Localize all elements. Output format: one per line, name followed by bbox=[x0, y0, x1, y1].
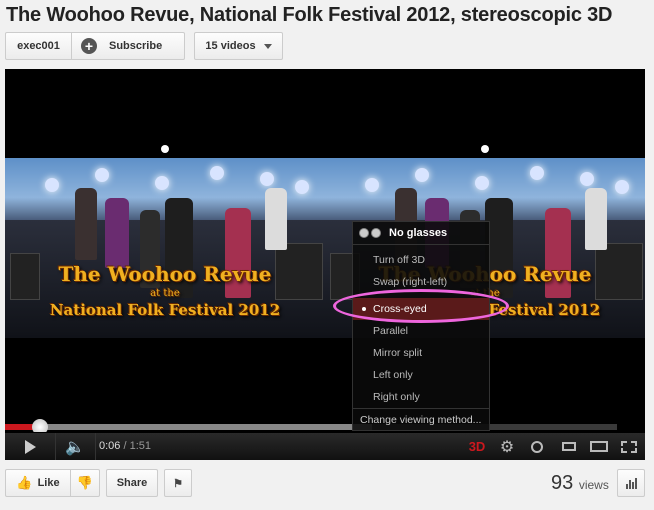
stage-light bbox=[45, 178, 59, 192]
3d-button[interactable]: 3D bbox=[463, 433, 491, 460]
like-button[interactable]: 👍 Like bbox=[6, 470, 70, 496]
thumbs-up-icon: 👍 bbox=[16, 475, 33, 490]
bar-chart-icon bbox=[625, 477, 637, 489]
menu-item-mirror-split[interactable]: Mirror split bbox=[353, 342, 489, 364]
flag-button[interactable]: ⚑ bbox=[164, 469, 192, 497]
performer bbox=[585, 188, 607, 250]
left-sync-dot bbox=[161, 145, 169, 153]
watch-later-button[interactable] bbox=[523, 433, 551, 460]
banner-at: at the bbox=[150, 288, 180, 299]
right-sync-dot bbox=[481, 145, 489, 153]
small-player-icon bbox=[562, 442, 576, 451]
small-player-button[interactable] bbox=[555, 433, 583, 460]
stage-light bbox=[210, 166, 224, 180]
large-player-button[interactable] bbox=[585, 433, 613, 460]
fullscreen-icon bbox=[621, 440, 637, 453]
volume-button[interactable]: 🔈 bbox=[55, 433, 96, 460]
stage-light bbox=[155, 176, 169, 190]
fullscreen-button[interactable] bbox=[615, 433, 643, 460]
stage-light bbox=[295, 180, 309, 194]
time-separator: / bbox=[120, 440, 130, 452]
like-dislike-group: 👍 Like 👎 bbox=[5, 469, 100, 497]
3d-viewing-menu: No glasses Turn off 3D Swap (right-left)… bbox=[352, 221, 490, 431]
subscribe-label: Subscribe bbox=[109, 40, 163, 52]
menu-header: No glasses bbox=[353, 222, 489, 245]
clock-icon bbox=[531, 440, 543, 453]
time-display: 0:06 / 1:51 bbox=[99, 433, 151, 460]
menu-item-left-only[interactable]: Left only bbox=[353, 364, 489, 386]
menu-item-right-only[interactable]: Right only bbox=[353, 386, 489, 408]
player-controls: 🔈 0:06 / 1:51 3D ⚙ bbox=[5, 432, 645, 460]
performer bbox=[75, 188, 97, 260]
views-label: views bbox=[578, 478, 609, 492]
stage-light bbox=[365, 178, 379, 192]
dislike-button[interactable]: 👎 bbox=[70, 470, 99, 496]
stage-light bbox=[580, 172, 594, 186]
banner-festival: National Folk Festival 2012 bbox=[49, 301, 281, 319]
caret-down-icon bbox=[263, 43, 272, 49]
stage-light bbox=[260, 172, 274, 186]
videos-label: 15 videos bbox=[205, 40, 256, 52]
menu-item-parallel[interactable]: Parallel bbox=[353, 320, 489, 342]
settings-button[interactable]: ⚙ bbox=[493, 433, 521, 460]
play-icon bbox=[24, 439, 36, 454]
share-button[interactable]: Share bbox=[106, 469, 158, 497]
view-count: 93 views bbox=[551, 472, 609, 495]
stats-button[interactable] bbox=[617, 469, 645, 497]
videos-dropdown-button[interactable]: 15 videos bbox=[194, 32, 283, 60]
subscribe-button[interactable]: + Subscribe bbox=[71, 33, 184, 59]
stage-light bbox=[530, 166, 544, 180]
buffered-fill bbox=[5, 424, 373, 430]
menu-header-label: No glasses bbox=[389, 227, 448, 239]
menu-item-turn-off-3d[interactable]: Turn off 3D bbox=[353, 249, 489, 271]
thumbs-down-icon: 👎 bbox=[76, 475, 94, 490]
large-player-icon bbox=[590, 441, 608, 452]
glasses-icon bbox=[359, 228, 381, 238]
performer bbox=[265, 188, 287, 250]
speaker-icon: 🔈 bbox=[65, 438, 85, 456]
duration: 1:51 bbox=[129, 440, 152, 452]
progress-bar[interactable] bbox=[5, 424, 617, 430]
banner-title: The Woohoo Revue bbox=[58, 262, 272, 286]
flag-icon: ⚑ bbox=[173, 477, 183, 490]
gear-icon: ⚙ bbox=[499, 438, 515, 456]
channel-name[interactable]: exec001 bbox=[6, 33, 71, 59]
stage-light bbox=[95, 168, 109, 182]
current-time: 0:06 bbox=[99, 440, 121, 452]
share-label: Share bbox=[116, 477, 148, 489]
plus-icon: + bbox=[81, 38, 97, 54]
like-label: Like bbox=[37, 477, 60, 489]
channel-subscribe-group: exec001 + Subscribe bbox=[5, 32, 185, 60]
stage-light bbox=[615, 180, 629, 194]
performer bbox=[105, 198, 129, 268]
views-number: 93 bbox=[551, 472, 574, 494]
video-title: The Woohoo Revue, National Folk Festival… bbox=[6, 4, 613, 26]
left-eye-frame: The Woohoo Revue at the National Folk Fest… bbox=[5, 158, 325, 338]
highlight-annotation bbox=[333, 289, 509, 323]
change-viewing-method[interactable]: Change viewing method... bbox=[353, 408, 489, 430]
play-button[interactable] bbox=[5, 433, 56, 460]
stage-light bbox=[475, 176, 489, 190]
stage-light bbox=[415, 168, 429, 182]
